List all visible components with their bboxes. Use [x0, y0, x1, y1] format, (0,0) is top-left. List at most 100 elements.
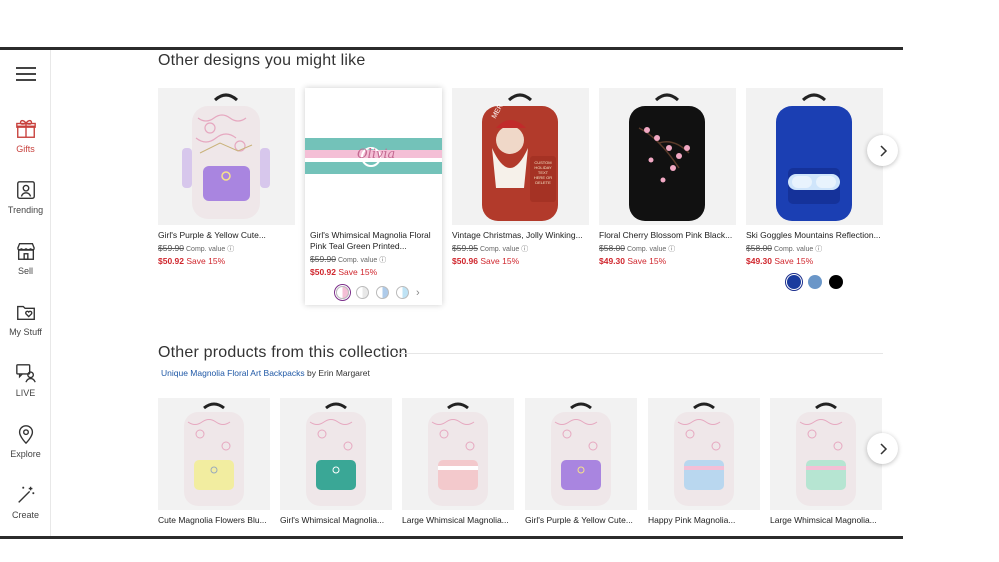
product-image[interactable] — [770, 398, 882, 510]
product-title[interactable]: Floral Cherry Blossom Pink Black... — [599, 230, 736, 241]
location-pin-icon — [18, 425, 33, 445]
carousel-next-button[interactable] — [867, 135, 898, 166]
nav-trending[interactable]: Trending — [0, 179, 51, 215]
product-title[interactable]: Ski Goggles Mountains Reflection... — [746, 230, 883, 241]
store-icon — [16, 242, 35, 260]
nav-explore-label: Explore — [10, 449, 41, 459]
collection-card[interactable]: Girl's Purple & Yellow Cute... — [525, 398, 637, 525]
save-badge: Save 15% — [338, 267, 378, 277]
nav-trending-label: Trending — [7, 205, 44, 215]
comp-value-label[interactable]: Comp. value ⓘ — [338, 257, 386, 264]
collection-link[interactable]: Unique Magnolia Floral Art Backpacks — [161, 368, 305, 378]
product-image[interactable] — [599, 88, 736, 225]
magic-wand-icon — [17, 486, 34, 503]
collection-card[interactable]: Large Whimsical Magnolia... — [770, 398, 882, 525]
nav-sell-label: Sell — [17, 266, 33, 276]
swatch-light-blue[interactable] — [396, 286, 409, 299]
app-frame: Gifts Trending Sell My Stuff LIVE Explor… — [0, 47, 903, 539]
original-price: $58.00 — [746, 243, 772, 253]
chevron-right-icon — [879, 144, 887, 157]
comp-value-label[interactable]: Comp. value ⓘ — [480, 246, 528, 253]
original-price: $59.90 — [158, 243, 184, 253]
product-title[interactable]: Large Whimsical Magnolia... — [402, 515, 514, 525]
save-badge: Save 15% — [480, 256, 520, 266]
design-card-hovered[interactable]: Olivia Girl's Whimsical Magnolia Floral … — [305, 88, 442, 305]
product-title[interactable]: Girl's Whimsical Magnolia... — [280, 515, 392, 525]
color-dot-black[interactable] — [829, 275, 843, 289]
designs-section-title: Other designs you might like — [158, 52, 366, 69]
nav-my-stuff[interactable]: My Stuff — [0, 301, 51, 337]
save-badge: Save 15% — [774, 256, 814, 266]
product-title[interactable]: Cute Magnolia Flowers Blu... — [158, 515, 270, 525]
product-title[interactable]: Girl's Purple & Yellow Cute... — [525, 515, 637, 525]
nav-sell[interactable]: Sell — [0, 240, 51, 276]
nav-live[interactable]: LIVE — [0, 362, 51, 398]
swatch-blue[interactable] — [376, 286, 389, 299]
design-card[interactable]: Girl's Purple & Yellow Cute... $59.90 Com… — [158, 88, 295, 266]
collection-section-title: Other products from this collection — [158, 344, 408, 361]
color-dot-blue[interactable] — [787, 275, 801, 289]
design-card[interactable]: Ski Goggles Mountains Reflection... $58.… — [746, 88, 883, 266]
left-nav-rail: Gifts Trending Sell My Stuff LIVE Explor… — [0, 50, 51, 536]
sale-price: $49.30 — [746, 256, 772, 266]
collection-card[interactable]: Cute Magnolia Flowers Blu... — [158, 398, 270, 525]
product-image[interactable] — [648, 398, 760, 510]
comp-value-label[interactable]: Comp. value ⓘ — [186, 246, 234, 253]
main-content: Other designs you might like Girl's Purp… — [51, 50, 903, 536]
section-divider — [396, 353, 883, 354]
product-image[interactable] — [746, 88, 883, 225]
comp-value-label[interactable]: Comp. value ⓘ — [627, 246, 675, 253]
product-title[interactable]: Girl's Purple & Yellow Cute... — [158, 230, 295, 241]
color-dot-light-blue[interactable] — [808, 275, 822, 289]
folder-heart-icon — [16, 305, 35, 321]
sale-price: $50.92 — [158, 256, 184, 266]
collection-card[interactable]: Happy Pink Magnolia... — [648, 398, 760, 525]
comp-value-label[interactable]: Comp. value ⓘ — [774, 246, 822, 253]
swatch-gray[interactable] — [356, 286, 369, 299]
collection-next-button[interactable] — [867, 433, 898, 464]
product-image[interactable]: MER CUSTOM HOLIDAY TEXT HERE OR DELETE — [452, 88, 589, 225]
sale-price: $50.96 — [452, 256, 478, 266]
nav-create[interactable]: Create — [0, 484, 51, 520]
swatch-pink[interactable] — [336, 286, 349, 299]
product-image[interactable]: Olivia — [305, 88, 442, 225]
collection-card[interactable]: Large Whimsical Magnolia... — [402, 398, 514, 525]
product-image[interactable] — [280, 398, 392, 510]
nav-explore[interactable]: Explore — [0, 423, 51, 459]
product-image[interactable] — [158, 88, 295, 225]
nav-my-stuff-label: My Stuff — [9, 327, 42, 337]
chevron-right-icon[interactable]: › — [416, 287, 420, 299]
gift-icon — [15, 119, 36, 138]
live-chat-icon — [15, 364, 36, 383]
product-image[interactable] — [525, 398, 637, 510]
collection-card[interactable]: Girl's Whimsical Magnolia... — [280, 398, 392, 525]
original-price: $58.00 — [599, 243, 625, 253]
nav-gifts-label: Gifts — [16, 144, 35, 154]
collection-author: by Erin Margaret — [307, 368, 370, 378]
personalized-name-text: Olivia — [357, 147, 396, 162]
collection-byline: Unique Magnolia Floral Art Backpacks by … — [161, 368, 370, 378]
chevron-right-icon — [879, 442, 887, 455]
original-price: $59.95 — [452, 243, 478, 253]
sale-price: $49.30 — [599, 256, 625, 266]
menu-icon[interactable] — [16, 67, 36, 81]
save-badge: Save 15% — [627, 256, 667, 266]
nav-create-label: Create — [11, 510, 39, 520]
trending-icon — [16, 181, 35, 199]
design-card[interactable]: Floral Cherry Blossom Pink Black... $58.… — [599, 88, 736, 266]
product-title[interactable]: Large Whimsical Magnolia... — [770, 515, 882, 525]
product-title[interactable]: Vintage Christmas, Jolly Winking... — [452, 230, 589, 241]
sale-price: $50.92 — [310, 267, 336, 277]
design-card[interactable]: MER CUSTOM HOLIDAY TEXT HERE OR DELETE V… — [452, 88, 589, 266]
nav-gifts[interactable]: Gifts — [0, 118, 51, 154]
save-badge: Save 15% — [186, 256, 226, 266]
color-swatches: › — [305, 286, 442, 299]
product-image[interactable] — [158, 398, 270, 510]
nav-live-label: LIVE — [15, 388, 36, 398]
product-image[interactable] — [402, 398, 514, 510]
original-price: $59.90 — [310, 254, 336, 264]
color-options — [787, 275, 843, 289]
product-title[interactable]: Happy Pink Magnolia... — [648, 515, 760, 525]
product-title[interactable]: Girl's Whimsical Magnolia Floral Pink Te… — [310, 230, 442, 252]
image-custom-text: CUSTOM HOLIDAY TEXT HERE OR DELETE — [533, 160, 553, 185]
